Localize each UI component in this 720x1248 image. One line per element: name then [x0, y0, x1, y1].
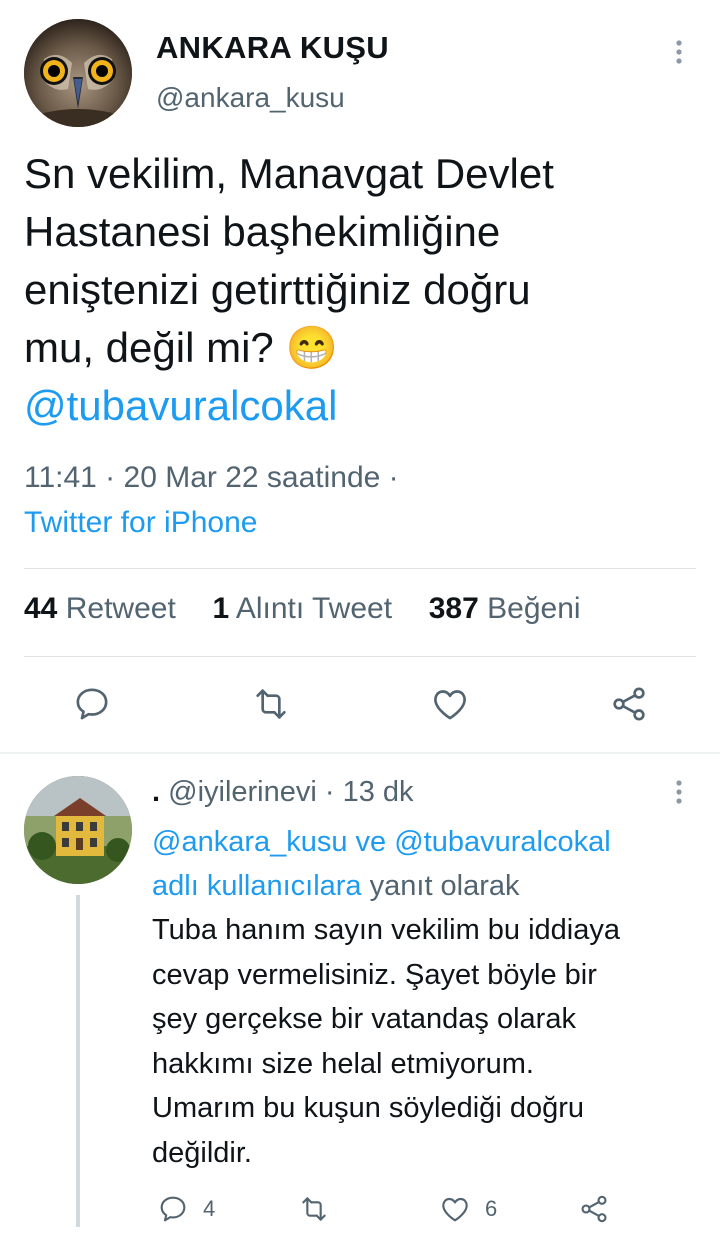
quote-stat[interactable]: 1 Alıntı Tweet [212, 592, 392, 625]
thread-line [76, 895, 80, 1227]
reply-display-name[interactable]: . [152, 776, 160, 808]
reply-count: 4 [203, 1196, 216, 1221]
reply-handle[interactable]: @iyilerinevi [168, 776, 317, 808]
user-handle[interactable]: @ankara_kusu [156, 82, 345, 114]
tweet-timestamp[interactable]: 11:41 · 20 Mar 22 saatinde · [24, 461, 399, 495]
comment-icon [160, 1196, 186, 1222]
reply-like-button[interactable]: 6 [439, 1192, 497, 1226]
tweet-text-line: Sn vekilim, Manavgat Devlet [24, 150, 554, 197]
heart-icon [442, 1197, 468, 1222]
reply-comment-button[interactable]: 4 [157, 1192, 215, 1226]
reply-text-line: cevap vermelisiniz. Şayet böyle bir [152, 958, 597, 991]
replying-users-link[interactable]: adlı kullanıcılara [152, 870, 362, 902]
display-name[interactable]: ANKARA KUŞU [156, 30, 389, 66]
avatar[interactable] [24, 19, 132, 127]
reply-header: . @iyilerinevi · 13 dk [152, 776, 414, 809]
reply-retweet-button[interactable] [298, 1192, 344, 1226]
share-icon [581, 1195, 607, 1223]
replying-mentions[interactable]: @ankara_kusu ve @tubavuralcokal [152, 826, 611, 858]
mention-link[interactable]: @tubavuralcokal [24, 377, 684, 435]
like-count: 6 [485, 1196, 498, 1221]
retweet-icon [302, 1197, 326, 1221]
tweet-text-line-last: mu, değil mi? [24, 324, 286, 371]
reply-text-line: Umarım bu kuşun söylediği doğru [152, 1092, 584, 1124]
share-icon[interactable] [609, 684, 649, 724]
tweet-text-line: Hastanesi başhekimliğine [24, 208, 501, 255]
reply-time[interactable]: · 13 dk [325, 776, 414, 808]
reply-share-button[interactable] [578, 1192, 624, 1226]
divider [24, 656, 696, 657]
tweet-text: Sn vekilim, Manavgat Devlet Hastanesi ba… [24, 145, 684, 435]
likes-stat[interactable]: 387 Beğeni [429, 592, 581, 625]
reply-text-line: şey gerçekse bir vatandaş olarak [152, 1003, 576, 1035]
retweet-icon[interactable] [251, 684, 291, 724]
retweet-stat[interactable]: 44 Retweet [24, 592, 176, 625]
section-divider [0, 752, 720, 754]
grinning-emoji-icon: 😁 [285, 324, 338, 371]
divider [24, 568, 696, 569]
house-avatar-image [24, 776, 132, 884]
comment-icon[interactable] [72, 684, 112, 724]
tweet-text-line: mu, değil mi? 😁 [24, 319, 684, 377]
reply-text-line: değildir. [152, 1136, 252, 1169]
reply-text-line: Tuba hanım sayın vekilim bu iddiaya [152, 914, 620, 946]
tweet-text-line: eniştenizi getirttiğiniz doğru [24, 266, 531, 313]
reply-text-line: hakkımı size helal etmiyorum. [152, 1047, 534, 1080]
heart-icon[interactable] [430, 684, 470, 724]
owl-avatar-image [24, 19, 132, 127]
reply-avatar[interactable] [24, 776, 132, 884]
tweet-stats: 44 Retweet 1 Alıntı Tweet 387 Beğeni [24, 592, 581, 626]
reply-text: Tuba hanım sayın vekilim bu iddiaya ceva… [152, 908, 692, 1175]
tweet-source-link[interactable]: Twitter for iPhone [24, 506, 257, 540]
more-vertical-icon[interactable] [668, 38, 690, 66]
more-vertical-icon[interactable] [668, 778, 690, 806]
replying-suffix: yanıt olarak [369, 870, 520, 902]
replying-to: @ankara_kusu ve @tubavuralcokal adlı kul… [152, 820, 692, 908]
